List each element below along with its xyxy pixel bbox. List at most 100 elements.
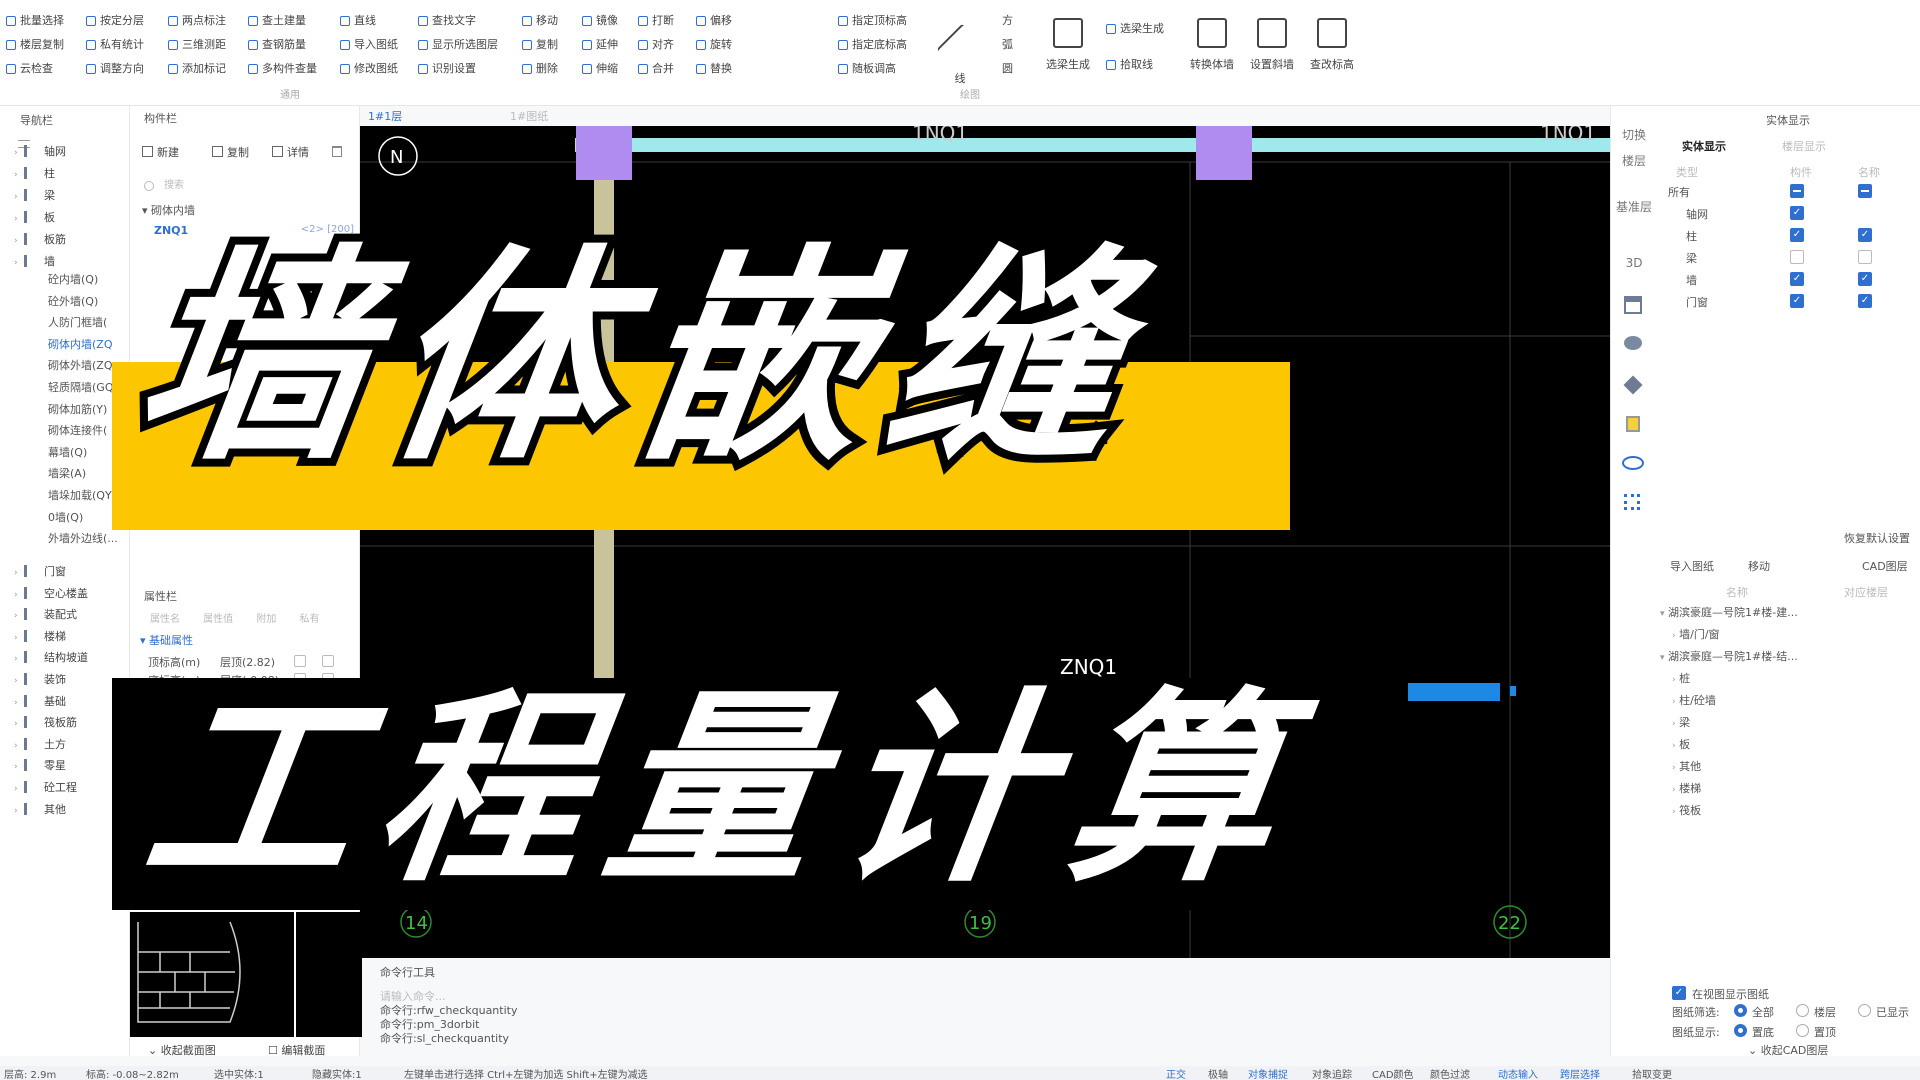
nav-item-1[interactable]: › 柱 <box>14 164 55 184</box>
restore-default-button[interactable]: 恢复默认设置 <box>1844 530 1910 546</box>
filter-all-radio[interactable] <box>1734 1004 1747 1017</box>
column-1[interactable] <box>576 126 632 180</box>
nav-more-item-11[interactable]: › 其他 <box>14 800 66 820</box>
nav-wall-sub-3[interactable]: 砌体内墙(ZQ <box>48 335 113 355</box>
collapse-section-button[interactable]: ⌄ 收起截面图 <box>148 1042 216 1058</box>
nav-item-5[interactable]: › 墙 <box>14 252 55 272</box>
show-drawing-checkbox[interactable]: ✓ <box>1672 986 1686 1000</box>
display-bottom-radio[interactable] <box>1734 1024 1747 1037</box>
entity-checkbox[interactable] <box>1790 250 1804 264</box>
nav-more-item-8[interactable]: › 土方 <box>14 735 66 755</box>
building-icon[interactable] <box>1624 296 1642 314</box>
nav-wall-sub-1[interactable]: 砼外墙(Q) <box>48 292 98 312</box>
filter-shown-radio[interactable] <box>1858 1004 1871 1017</box>
ribbon-col9-item-0[interactable]: 打断 <box>638 12 674 30</box>
edit-section-button[interactable]: ☐ 编辑截面 <box>268 1042 325 1058</box>
ribbon-col5-item-0[interactable]: 直线 <box>340 12 376 30</box>
entity-checkbox[interactable] <box>1790 184 1804 198</box>
nav-wall-sub-9[interactable]: 墙梁(A) <box>48 464 86 484</box>
planet-icon[interactable] <box>1624 336 1642 350</box>
status-toggle-5[interactable]: 颜色过滤 <box>1430 1066 1470 1080</box>
ribbon-col5-item-2[interactable]: 修改图纸 <box>340 60 398 78</box>
ribbon-col10-item-2[interactable]: 替换 <box>696 60 732 78</box>
ribbon-col1-item-0[interactable]: 批量选择 <box>6 12 64 30</box>
status-toggle-1[interactable]: 极轴 <box>1208 1066 1228 1080</box>
entity-checkbox[interactable] <box>1858 250 1872 264</box>
ribbon-col8-item-1[interactable]: 延伸 <box>582 36 618 54</box>
cad-layer-button[interactable]: CAD图层 <box>1862 558 1908 574</box>
side-tool-3[interactable]: 3D <box>1616 256 1652 270</box>
side-tool-1[interactable]: 楼层 <box>1616 152 1652 169</box>
drawing-item-0[interactable]: ▾ 湖滨豪庭—号院1#楼-建... <box>1660 604 1798 620</box>
tab-entity-display[interactable]: 实体显示 <box>1682 138 1726 154</box>
convert-wall-button[interactable]: 转换体墙 <box>1182 18 1242 72</box>
ribbon-col2-item-1[interactable]: 私有统计 <box>86 36 144 54</box>
display-top-radio[interactable] <box>1796 1024 1809 1037</box>
column-2[interactable] <box>1196 126 1252 180</box>
drawing-item-8[interactable]: › 楼梯 <box>1672 780 1701 796</box>
component-group[interactable]: ▾ 砌体内墙 <box>142 202 195 218</box>
ribbon-col4-item-2[interactable]: 多构件查量 <box>248 60 317 78</box>
pick-line-button[interactable]: 拾取线 <box>1106 56 1153 74</box>
nav-wall-sub-5[interactable]: 轻质隔墙(GQ <box>48 378 113 398</box>
nav-wall-sub-8[interactable]: 幕墙(Q) <box>48 443 87 463</box>
ribbon-shape-item-0[interactable]: 方 <box>988 12 1013 30</box>
drawing-item-3[interactable]: › 桩 <box>1672 670 1690 686</box>
ribbon-col11-item-2[interactable]: 随板调高 <box>838 60 896 78</box>
ribbon-col3-item-1[interactable]: 三维测距 <box>168 36 226 54</box>
entity-checkbox[interactable]: ✓ <box>1790 272 1804 286</box>
nav-item-3[interactable]: › 板 <box>14 208 55 228</box>
ribbon-col7-item-1[interactable]: 复制 <box>522 36 558 54</box>
nav-more-item-5[interactable]: › 装饰 <box>14 670 66 690</box>
drawing-tab[interactable]: 1#图纸 <box>510 108 548 124</box>
ribbon-col2-item-2[interactable]: 调整方向 <box>86 60 144 78</box>
ribbon-col4-item-0[interactable]: 查土建量 <box>248 12 306 30</box>
nav-more-item-3[interactable]: › 楼梯 <box>14 627 66 647</box>
wall-top[interactable] <box>575 138 1381 152</box>
status-toggle-8[interactable]: 拾取变更 <box>1632 1066 1672 1080</box>
nav-wall-sub-7[interactable]: 砌体连接件( <box>48 421 107 441</box>
nav-more-item-2[interactable]: › 装配式 <box>14 605 77 625</box>
nav-wall-sub-0[interactable]: 砼内墙(Q) <box>48 270 98 290</box>
status-toggle-6[interactable]: 动态输入 <box>1498 1066 1538 1080</box>
ribbon-col6-item-0[interactable]: 查找文字 <box>418 12 476 30</box>
nav-wall-sub-11[interactable]: 0墙(Q) <box>48 508 83 528</box>
entity-checkbox[interactable]: ✓ <box>1858 272 1872 286</box>
drawing-item-4[interactable]: › 柱/砼墙 <box>1672 692 1716 708</box>
entity-checkbox[interactable]: ✓ <box>1790 228 1804 242</box>
ribbon-col8-item-2[interactable]: 伸缩 <box>582 60 618 78</box>
line-button[interactable]: 线 <box>930 18 990 86</box>
ribbon-col2-item-0[interactable]: 按定分层 <box>86 12 144 30</box>
copy-component-button[interactable]: 复制 <box>212 144 249 160</box>
nav-more-item-0[interactable]: › 门窗 <box>14 562 66 582</box>
move-drawing-button[interactable]: 移动 <box>1748 558 1770 574</box>
ribbon-col1-item-2[interactable]: 云检查 <box>6 60 53 78</box>
ribbon-shape-item-1[interactable]: 弧 <box>988 36 1013 54</box>
nav-more-item-4[interactable]: › 结构坡道 <box>14 648 88 668</box>
ribbon-col11-item-0[interactable]: 指定顶标高 <box>838 12 907 30</box>
tab-floor-display[interactable]: 楼层显示 <box>1782 138 1826 154</box>
entity-checkbox[interactable]: ✓ <box>1858 294 1872 308</box>
filter-floor-radio[interactable] <box>1796 1004 1809 1017</box>
select-beam-generate-button[interactable]: 选梁生成 <box>1038 18 1098 72</box>
ribbon-col7-item-0[interactable]: 移动 <box>522 12 558 30</box>
drawing-item-9[interactable]: › 筏板 <box>1672 802 1701 818</box>
layer-icon[interactable] <box>1626 416 1640 432</box>
nav-wall-sub-10[interactable]: 墙垛加载(QY) <box>48 486 116 506</box>
nav-more-item-10[interactable]: › 砼工程 <box>14 778 77 798</box>
ribbon-col3-item-0[interactable]: 两点标注 <box>168 12 226 30</box>
component-search-input[interactable]: 搜索 <box>142 176 342 196</box>
nav-more-item-9[interactable]: › 零星 <box>14 756 66 776</box>
drawing-item-1[interactable]: › 墙/门/窗 <box>1672 626 1720 642</box>
entity-checkbox[interactable]: ✓ <box>1790 206 1804 220</box>
delete-icon[interactable] <box>332 146 342 157</box>
edit-elevation-button[interactable]: 查改标高 <box>1302 18 1362 72</box>
ribbon-col9-item-2[interactable]: 合并 <box>638 60 674 78</box>
nav-item-0[interactable]: › 轴网 <box>14 142 66 162</box>
new-component-button[interactable]: 新建 <box>142 144 179 160</box>
nav-item-2[interactable]: › 梁 <box>14 186 55 206</box>
ribbon-col3-item-2[interactable]: 添加标记 <box>168 60 226 78</box>
component-detail-button[interactable]: 详情 <box>272 144 309 160</box>
drawing-item-5[interactable]: › 梁 <box>1672 714 1690 730</box>
ribbon-shape-item-2[interactable]: 圆 <box>988 60 1013 78</box>
